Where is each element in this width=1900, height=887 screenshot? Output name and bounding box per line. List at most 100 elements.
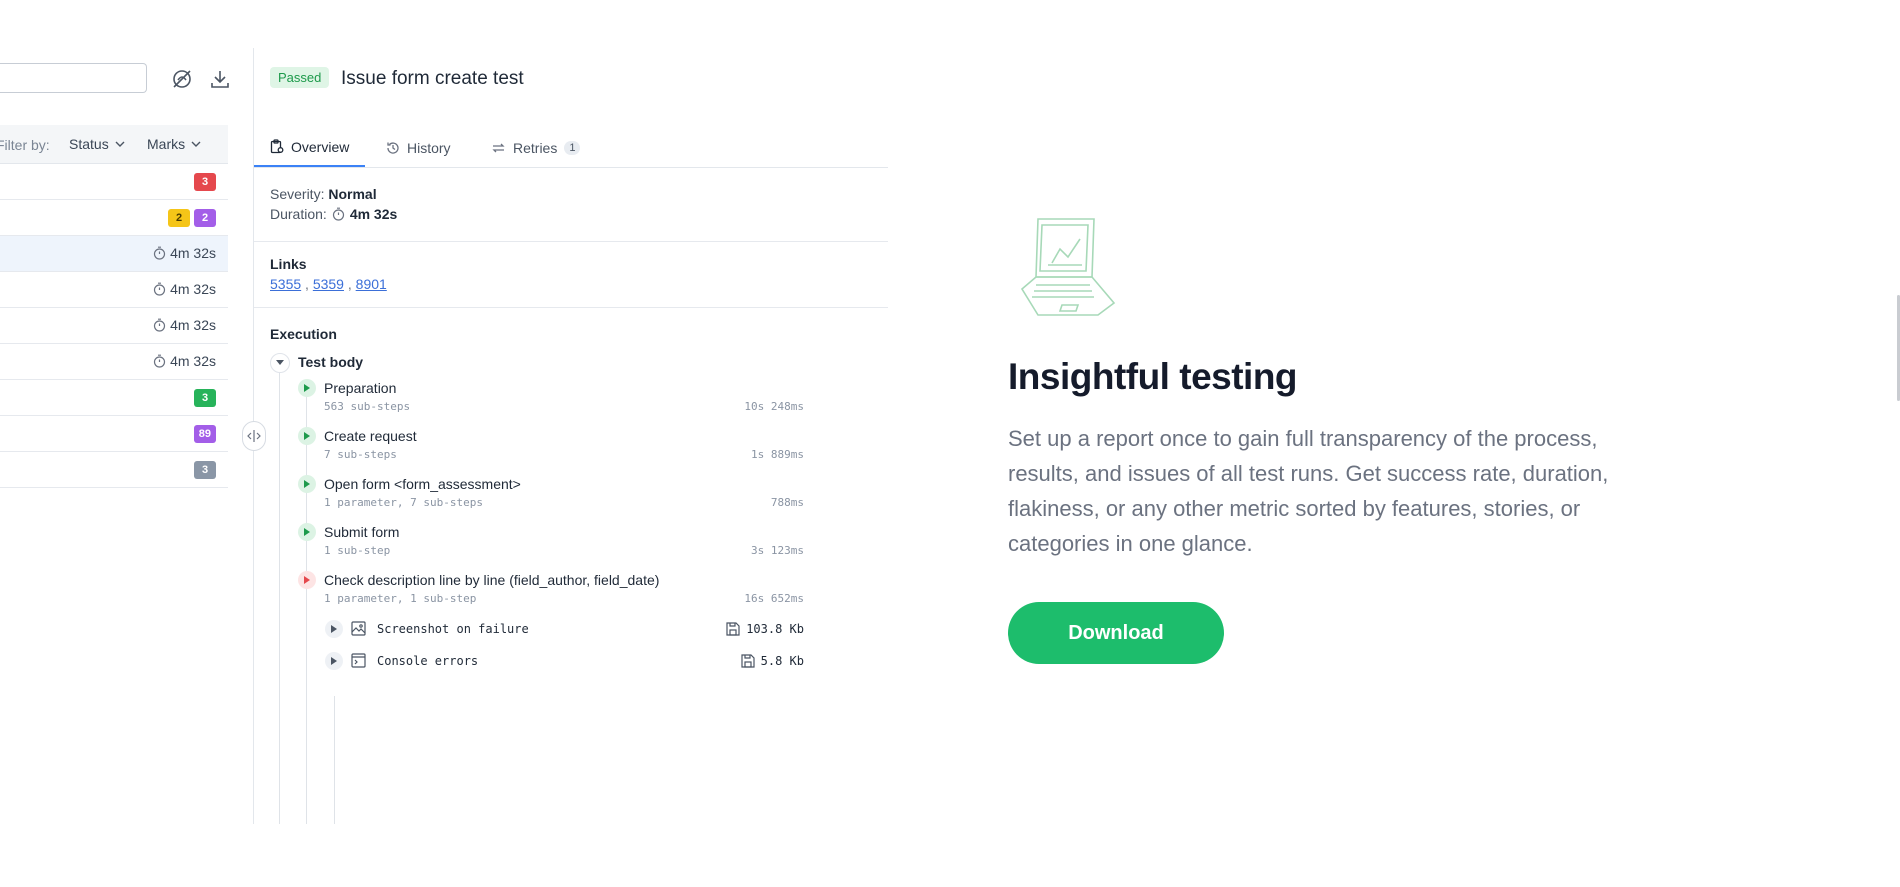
marks-dropdown[interactable]: Marks [147, 136, 201, 152]
tab-history[interactable]: History [386, 128, 451, 167]
severity: Severity: Normal [270, 186, 377, 202]
tree-guide [306, 396, 307, 824]
execution-heading: Execution [270, 326, 337, 342]
test-list-row[interactable]: 22 [0, 200, 228, 236]
test-list-row[interactable]: 4m 32s [0, 272, 228, 308]
row-meta: 3 [194, 173, 216, 191]
row-duration: 4m 32s [170, 317, 216, 333]
test-list-row[interactable]: 4m 32s [0, 308, 228, 344]
row-meta: 4m 32s [153, 281, 216, 297]
step-substeps: 563 sub-steps [324, 400, 411, 413]
attachment-name[interactable]: Console errors [377, 654, 478, 668]
test-list-row[interactable]: 89 [0, 416, 228, 452]
test-list-row[interactable]: 4m 32s [0, 236, 228, 272]
status-dropdown-label: Status [69, 136, 109, 152]
step-duration: 3s 123ms [751, 544, 804, 557]
caret-right-icon [331, 625, 337, 633]
stopwatch-icon [153, 354, 166, 368]
row-meta: 4m 32s [153, 245, 216, 261]
expand-caret[interactable] [325, 652, 343, 670]
attachment-size: 5.8 Kb [741, 654, 804, 668]
tree-guide [334, 696, 335, 824]
hide-icon[interactable] [170, 67, 194, 91]
duration: Duration: 4m 32s [270, 206, 397, 222]
filter-bar: Filter by: Status Marks [0, 125, 228, 164]
row-meta: 22 [168, 209, 216, 227]
test-detail-panel: Passed Issue form create test Overview H… [254, 48, 888, 824]
caret-right-icon [304, 480, 310, 488]
severity-value: Normal [328, 186, 377, 202]
step-name[interactable]: Submit form [324, 524, 399, 540]
expand-caret[interactable] [298, 427, 316, 445]
step-name[interactable]: Check description line by line (field_au… [324, 572, 659, 588]
laptop-chart-icon [1020, 218, 1116, 316]
caret-down-icon [276, 360, 284, 365]
history-icon [387, 141, 399, 154]
status-dropdown[interactable]: Status [69, 136, 125, 152]
expand-caret[interactable] [298, 571, 316, 589]
step-name[interactable]: Open form <form_assessment> [324, 476, 521, 492]
download-icon[interactable] [208, 67, 232, 91]
expand-caret[interactable] [298, 523, 316, 541]
caret-right-icon [304, 528, 310, 536]
stopwatch-icon [153, 246, 166, 260]
attachment-name[interactable]: Screenshot on failure [377, 622, 529, 636]
download-button[interactable]: Download [1008, 602, 1224, 664]
link-issue[interactable]: 8901 [356, 276, 387, 292]
count-badge: 3 [194, 173, 216, 191]
caret-right-icon [331, 657, 337, 665]
chevron-down-icon [191, 141, 201, 147]
row-duration: 4m 32s [170, 281, 216, 297]
row-meta: 4m 32s [153, 353, 216, 369]
stopwatch-icon [153, 318, 166, 332]
tree-guide [279, 365, 280, 824]
row-meta: 3 [194, 461, 216, 479]
test-list-row[interactable]: 3 [0, 380, 228, 416]
expand-caret[interactable] [298, 475, 316, 493]
attachment-size: 103.8 Kb [726, 622, 804, 636]
row-duration: 4m 32s [170, 245, 216, 261]
expand-caret[interactable] [298, 379, 316, 397]
marks-dropdown-label: Marks [147, 136, 186, 152]
stopwatch-icon [153, 282, 166, 296]
test-body-label[interactable]: Test body [298, 354, 363, 370]
step-duration: 1s 889ms [751, 448, 804, 461]
test-list-row[interactable]: 3 [0, 164, 228, 200]
console-icon [351, 653, 366, 673]
link-issue[interactable]: 5355 [270, 276, 301, 292]
row-meta: 3 [194, 389, 216, 407]
caret-right-icon [304, 432, 310, 440]
step-duration: 788ms [770, 496, 804, 509]
row-meta: 89 [193, 425, 216, 443]
save-icon [726, 622, 740, 636]
test-list-row[interactable]: 3 [0, 452, 228, 488]
caret-right-icon [304, 384, 310, 392]
expand-caret[interactable] [325, 620, 343, 638]
promo-description: Set up a report once to gain full transp… [1008, 426, 1609, 556]
clipboard-icon [270, 139, 284, 154]
tab-overview[interactable]: Overview [254, 128, 366, 167]
test-list-panel: Filter by: Status Marks 3 2 2 4m 32s 4m 32s 4… [0, 48, 253, 824]
count-badge: 3 [194, 389, 216, 407]
step-name[interactable]: Preparation [324, 380, 396, 396]
links-list: 5355 , 5359 , 8901 [270, 276, 387, 292]
links-heading: Links [270, 256, 307, 272]
step-duration: 16s 652ms [744, 592, 804, 605]
step-substeps: 1 parameter, 7 sub-steps [324, 496, 483, 509]
status-badge: Passed [270, 67, 330, 88]
tab-retries[interactable]: Retries 1 [491, 128, 581, 167]
filter-label: Filter by: [0, 137, 50, 153]
collapse-caret[interactable] [270, 353, 290, 373]
promo-title: Insightful testing [1008, 356, 1298, 397]
tab-overview-label: Overview [291, 138, 350, 155]
test-title: Issue form create test [341, 68, 524, 89]
step-name[interactable]: Create request [324, 428, 417, 444]
retry-icon [492, 143, 505, 152]
test-list-row[interactable]: 4m 32s [0, 344, 228, 380]
search-input[interactable] [0, 63, 147, 93]
row-meta: 4m 32s [153, 317, 216, 333]
step-substeps: 1 parameter, 1 sub-step [324, 592, 477, 605]
link-issue[interactable]: 5359 [313, 276, 344, 292]
detail-tabs: Overview History Retries 1 [254, 128, 888, 168]
divider [254, 241, 888, 242]
